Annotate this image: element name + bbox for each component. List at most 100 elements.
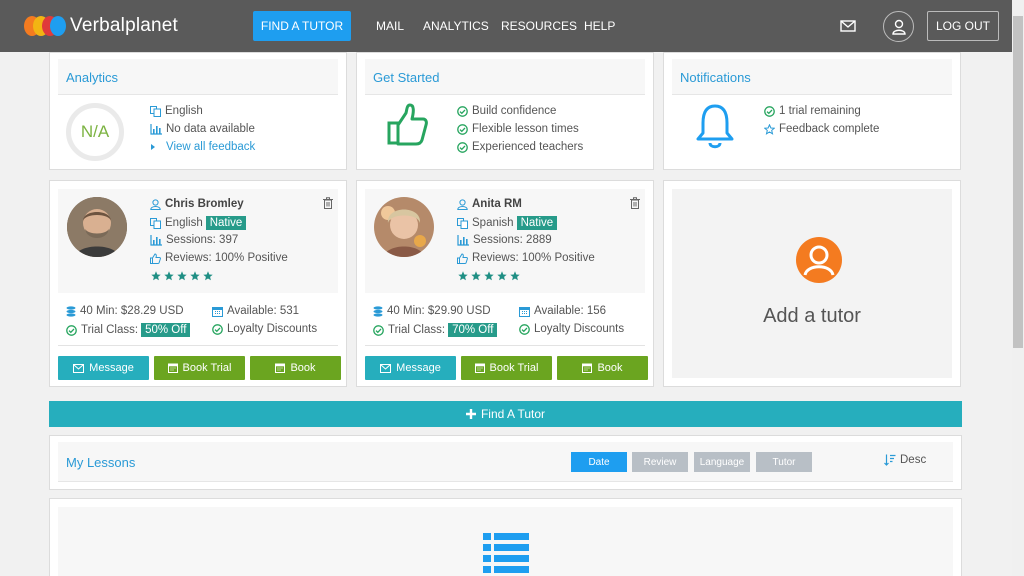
logout-button[interactable]: LOG OUT — [927, 11, 999, 41]
calendar-icon — [519, 306, 530, 317]
star-icon — [203, 271, 213, 281]
bar-chart-icon — [457, 234, 469, 246]
trash-icon[interactable] — [323, 197, 333, 209]
thumbs-up-small-icon — [457, 252, 468, 264]
divider — [365, 345, 645, 346]
tutor-availability: Available: 531 — [212, 305, 299, 317]
notification-item: 1 trial remaining — [764, 105, 861, 117]
bar-chart-icon — [150, 234, 162, 246]
thumbs-up-icon — [387, 103, 428, 146]
book-button[interactable]: Book — [557, 356, 648, 380]
sort-review-button[interactable]: Review — [632, 452, 688, 472]
top-navbar: Verbalplanet FIND A TUTOR MAIL ANALYTICS… — [0, 0, 1012, 52]
tutor-name[interactable]: Chris Bromley — [150, 198, 244, 210]
tutor-card: Anita RM Spanish Native Sessions: 2889 R… — [356, 180, 654, 387]
tutor-availability: Available: 156 — [519, 305, 606, 317]
find-tutor-button[interactable]: Find A Tutor — [49, 401, 962, 427]
language-icon — [457, 217, 468, 229]
star-icon — [151, 271, 161, 281]
calendar-icon — [582, 363, 593, 373]
user-outline-icon — [150, 198, 161, 210]
language-icon — [150, 105, 161, 117]
add-user-icon — [796, 237, 842, 283]
sort-language-button[interactable]: Language — [694, 452, 750, 472]
analytics-panel-header: Analytics — [58, 59, 338, 95]
calendar-icon — [275, 363, 286, 373]
star-icon — [164, 271, 174, 281]
my-lessons-title: My Lessons — [66, 455, 136, 470]
message-button[interactable]: Message — [365, 356, 456, 380]
analytics-panel: Analytics N/A English No data available … — [49, 52, 347, 170]
notification-item: Feedback complete — [764, 123, 879, 135]
notifications-panel: Notifications 1 trial remaining Feedback… — [663, 52, 961, 170]
my-lessons-header: My Lessons — [58, 442, 953, 482]
star-icon — [458, 271, 468, 281]
nav-analytics[interactable]: ANALYTICS — [423, 19, 489, 33]
language-icon — [150, 217, 161, 229]
user-account-button[interactable] — [883, 11, 914, 42]
view-feedback-link[interactable]: View all feedback — [150, 141, 255, 153]
bell-icon — [696, 104, 734, 149]
user-icon — [891, 19, 906, 35]
nav-resources[interactable]: RESOURCES — [501, 19, 577, 33]
sort-date-button[interactable]: Date — [571, 452, 627, 472]
trash-icon[interactable] — [630, 197, 640, 209]
bar-chart-icon — [150, 123, 162, 135]
logo-mark-icon — [24, 14, 66, 38]
book-trial-button[interactable]: Book Trial — [154, 356, 245, 380]
add-tutor-area[interactable]: Add a tutor — [672, 189, 952, 378]
tutor-photo — [67, 197, 127, 257]
star-icon — [484, 271, 494, 281]
coins-icon — [66, 305, 76, 317]
check-circle-icon — [457, 123, 468, 135]
check-circle-icon — [212, 323, 223, 335]
star-outline-icon — [764, 123, 775, 135]
get-started-title: Get Started — [373, 70, 440, 85]
check-circle-icon — [519, 323, 530, 335]
scrollbar-thumb[interactable] — [1013, 16, 1023, 348]
check-circle-icon — [764, 105, 775, 117]
tutor-avatar[interactable] — [374, 197, 434, 257]
add-tutor-label[interactable]: Add a tutor — [672, 305, 952, 328]
check-circle-icon — [457, 105, 468, 117]
tutor-reviews: Reviews: 100% Positive — [457, 252, 595, 264]
my-lessons-panel: My Lessons — [49, 435, 962, 490]
message-button[interactable]: Message — [58, 356, 149, 380]
star-icon — [497, 271, 507, 281]
calendar-icon — [167, 363, 178, 373]
native-badge: Native — [205, 216, 247, 230]
find-tutor-nav-button[interactable]: FIND A TUTOR — [253, 11, 351, 41]
sort-order-toggle[interactable]: Desc — [884, 454, 926, 466]
tutor-language: English Native — [150, 216, 247, 230]
nav-help[interactable]: HELP — [584, 19, 615, 33]
tutor-loyalty: Loyalty Discounts — [519, 323, 624, 335]
nav-mail[interactable]: MAIL — [376, 19, 404, 33]
get-started-item: Flexible lesson times — [457, 123, 579, 135]
tutor-avatar[interactable] — [67, 197, 127, 257]
calendar-icon — [212, 306, 223, 317]
book-trial-button[interactable]: Book Trial — [461, 356, 552, 380]
lessons-list-panel — [49, 498, 962, 576]
analytics-data-status: No data available — [150, 123, 255, 135]
add-tutor-card[interactable]: Add a tutor — [663, 180, 961, 387]
tutor-trial: Trial Class: 70% Off — [373, 323, 498, 337]
tutor-name[interactable]: Anita RM — [457, 198, 522, 210]
tutor-language: Spanish Native — [457, 216, 558, 230]
tutor-rating-stars — [151, 271, 213, 281]
check-circle-icon — [373, 324, 384, 336]
brand-logo[interactable]: Verbalplanet — [24, 13, 178, 39]
envelope-icon — [380, 363, 392, 373]
sort-tutor-button[interactable]: Tutor — [756, 452, 812, 472]
mail-icon[interactable] — [840, 19, 856, 33]
tutor-rating-stars — [458, 271, 520, 281]
calendar-icon — [474, 363, 485, 373]
coins-icon — [373, 305, 383, 317]
get-started-panel-header: Get Started — [365, 59, 645, 95]
tutor-loyalty: Loyalty Discounts — [212, 323, 317, 335]
star-icon — [471, 271, 481, 281]
notifications-panel-header: Notifications — [672, 59, 952, 95]
tutor-sessions: Sessions: 2889 — [457, 234, 552, 246]
star-icon — [510, 271, 520, 281]
star-icon — [190, 271, 200, 281]
book-button[interactable]: Book — [250, 356, 341, 380]
